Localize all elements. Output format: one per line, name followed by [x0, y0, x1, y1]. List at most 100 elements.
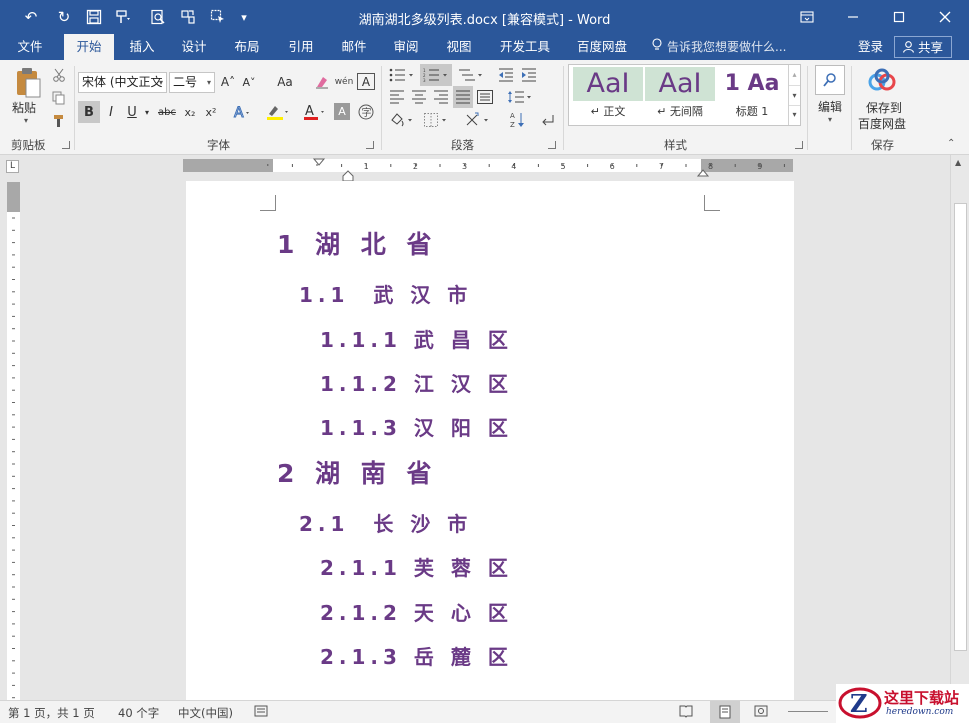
- chinese-layout-icon[interactable]: [463, 109, 493, 131]
- read-mode-icon[interactable]: [679, 704, 693, 721]
- redo-icon[interactable]: ↻: [52, 5, 76, 29]
- text-effects-icon[interactable]: A: [229, 101, 253, 123]
- more-icon[interactable]: ▾: [789, 105, 800, 123]
- tab-selector-icon[interactable]: L: [6, 160, 19, 173]
- collapse-ribbon-icon[interactable]: ⌃: [947, 138, 955, 149]
- grow-font-icon[interactable]: A˄: [219, 71, 237, 93]
- maximize-icon[interactable]: [876, 0, 922, 34]
- zoom-slider[interactable]: [788, 711, 828, 712]
- align-left-icon[interactable]: [387, 86, 407, 108]
- vertical-ruler[interactable]: [7, 182, 20, 700]
- search-icon[interactable]: [815, 65, 845, 95]
- heading-3[interactable]: 1.1.3 汉 阳 区: [320, 412, 513, 441]
- print-preview-icon[interactable]: [146, 5, 170, 29]
- first-line-indent-marker[interactable]: [312, 155, 326, 169]
- tab-insert[interactable]: 插入: [120, 34, 164, 60]
- scroll-up-icon[interactable]: ▲: [955, 158, 961, 167]
- save-to-label[interactable]: 保存到: [866, 99, 902, 116]
- format-painter-qa-icon[interactable]: [110, 5, 136, 29]
- subscript-button[interactable]: x₂: [180, 101, 200, 123]
- font-size-select[interactable]: 二号 ▾: [169, 72, 215, 93]
- scroll-thumb[interactable]: [954, 203, 967, 651]
- tab-references[interactable]: 引用: [279, 34, 323, 60]
- editing-dropdown-icon[interactable]: ▾: [828, 115, 832, 124]
- bullets-icon[interactable]: [387, 64, 417, 86]
- shrink-font-icon[interactable]: A˅: [240, 71, 258, 93]
- chevron-up-icon[interactable]: ▴: [789, 65, 800, 85]
- tab-home[interactable]: 开始: [64, 34, 114, 60]
- ribbon-display-icon[interactable]: [784, 0, 830, 34]
- increase-indent-icon[interactable]: [519, 64, 539, 86]
- macro-record-icon[interactable]: [254, 704, 268, 721]
- line-spacing-icon[interactable]: [505, 86, 535, 108]
- minimize-icon[interactable]: [830, 0, 876, 34]
- baidu-netdisk-label[interactable]: 百度网盘: [858, 115, 906, 132]
- underline-button[interactable]: U: [122, 101, 142, 123]
- italic-button[interactable]: I: [101, 101, 121, 123]
- paragraph-launcher-icon[interactable]: [548, 141, 556, 149]
- font-name-select[interactable]: 宋体 (中文正文 ▾: [78, 72, 167, 93]
- heading-3[interactable]: 2.1.3 岳 麓 区: [320, 641, 513, 670]
- phonetic-guide-icon[interactable]: wén: [334, 71, 354, 93]
- strikethrough-button[interactable]: abc: [155, 101, 179, 123]
- web-layout-icon[interactable]: [754, 704, 768, 721]
- print-layout-icon[interactable]: [710, 701, 740, 723]
- font-launcher-icon[interactable]: [366, 141, 374, 149]
- numbering-icon[interactable]: 123: [420, 64, 452, 86]
- word-count[interactable]: 40 个字: [118, 705, 159, 721]
- close-icon[interactable]: [922, 0, 968, 34]
- login-link[interactable]: 登录: [858, 34, 883, 60]
- heading-1[interactable]: 2 湖 南 省: [277, 454, 438, 490]
- baidu-netdisk-icon[interactable]: [865, 66, 899, 96]
- tab-view[interactable]: 视图: [437, 34, 481, 60]
- right-indent-marker[interactable]: [696, 166, 710, 180]
- paste-dropdown-icon[interactable]: ▾: [24, 116, 28, 125]
- enclose-char-icon[interactable]: 字: [356, 101, 376, 123]
- highlight-icon[interactable]: [262, 101, 292, 123]
- style-normal[interactable]: AaI ↵ 正文: [573, 67, 643, 123]
- copy-icon[interactable]: [48, 87, 70, 109]
- show-marks-icon[interactable]: [538, 109, 558, 131]
- save-icon[interactable]: [82, 5, 106, 29]
- align-right-icon[interactable]: [431, 86, 451, 108]
- heading-3[interactable]: 1.1.1 武 昌 区: [320, 324, 513, 353]
- language-indicator[interactable]: 中文(中国): [178, 705, 233, 721]
- superscript-button[interactable]: x²: [201, 101, 221, 123]
- tab-review[interactable]: 审阅: [384, 34, 428, 60]
- char-shading-icon[interactable]: A: [334, 103, 350, 120]
- tab-design[interactable]: 设计: [172, 34, 216, 60]
- tab-developer[interactable]: 开发工具: [494, 34, 556, 60]
- vertical-scrollbar[interactable]: ▲ ▼: [950, 155, 969, 700]
- share-button[interactable]: 共享: [894, 36, 952, 58]
- tab-layout[interactable]: 布局: [225, 34, 269, 60]
- heading-2[interactable]: 2.1 长 沙 市: [299, 508, 472, 537]
- clipboard-launcher-icon[interactable]: [62, 141, 70, 149]
- tab-baidu-netdisk[interactable]: 百度网盘: [571, 34, 633, 60]
- styles-scrollbar[interactable]: ▴ ▾ ▾: [788, 65, 800, 125]
- tell-me-box[interactable]: 告诉我您想要做什么...: [652, 34, 786, 60]
- bold-button[interactable]: B: [78, 101, 100, 123]
- paste-icon[interactable]: [10, 66, 46, 100]
- distributed-icon[interactable]: [475, 86, 495, 108]
- shading-icon[interactable]: [387, 109, 417, 131]
- tab-file[interactable]: 文件: [6, 34, 54, 60]
- paste-label[interactable]: 粘贴: [12, 99, 36, 116]
- style-no-spacing[interactable]: AaI ↵ 无间隔: [645, 67, 715, 123]
- document-page[interactable]: 1 湖 北 省 1.1 武 汉 市 1.1.1 武 昌 区 1.1.2 江 汉 …: [186, 181, 794, 700]
- align-center-icon[interactable]: [409, 86, 429, 108]
- underline-dropdown-icon[interactable]: ▾: [142, 101, 152, 123]
- styles-launcher-icon[interactable]: [795, 141, 803, 149]
- borders-icon[interactable]: [421, 109, 451, 131]
- heading-3[interactable]: 1.1.2 江 汉 区: [320, 368, 513, 397]
- customize-qa-icon[interactable]: ▾: [236, 5, 252, 29]
- heading-1[interactable]: 1 湖 北 省: [277, 225, 438, 261]
- chevron-down-icon[interactable]: ▾: [789, 85, 800, 105]
- clear-formatting-icon[interactable]: [312, 71, 332, 93]
- style-heading-1[interactable]: 1 Aa 标题 1: [717, 67, 787, 123]
- sort-icon[interactable]: AZ: [507, 109, 527, 131]
- tab-mailings[interactable]: 邮件: [332, 34, 376, 60]
- change-case-icon[interactable]: Aa: [270, 71, 300, 93]
- heading-3[interactable]: 2.1.1 芙 蓉 区: [320, 552, 513, 581]
- heading-2[interactable]: 1.1 武 汉 市: [299, 279, 472, 308]
- font-color-icon[interactable]: A: [299, 101, 329, 123]
